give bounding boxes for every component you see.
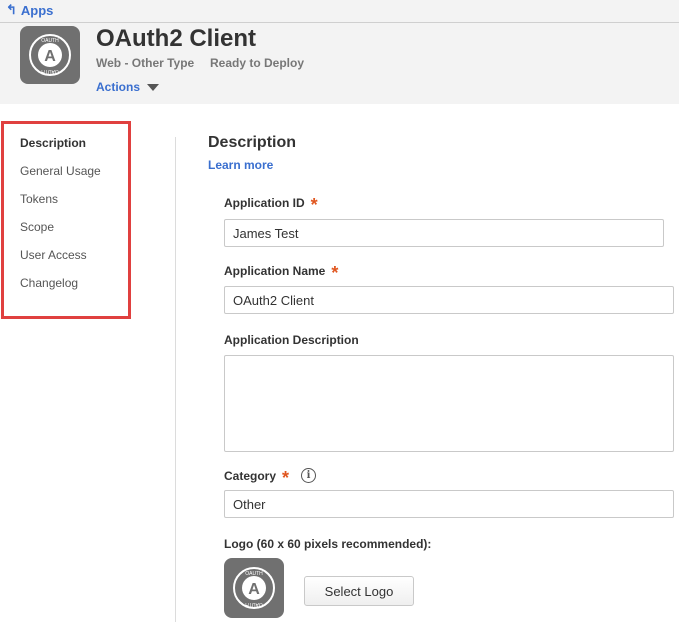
sidebar-item-changelog[interactable]: Changelog (20, 276, 78, 290)
chevron-down-icon (147, 83, 160, 91)
learn-more-link[interactable]: Learn more (208, 158, 273, 172)
app-title: OAuth2 Client (96, 25, 256, 52)
sidebar-item-user-access[interactable]: User Access (20, 248, 87, 262)
actions-dropdown[interactable]: Actions (96, 80, 160, 94)
select-logo-button[interactable]: Select Logo (304, 576, 414, 606)
header-divider (0, 22, 679, 23)
logo-label: Logo (60 x 60 pixels recommended): (224, 537, 431, 551)
sidebar-item-tokens[interactable]: Tokens (20, 192, 58, 206)
category-label: Category * i (224, 467, 317, 488)
app-name-input[interactable] (224, 286, 674, 314)
actions-label: Actions (96, 80, 141, 94)
back-arrow-icon: ↰ (6, 2, 17, 17)
required-marker: * (331, 263, 339, 283)
app-id-input[interactable] (224, 219, 664, 247)
sidebar-item-description[interactable]: Description (20, 136, 86, 150)
app-type: Web - Other Type (96, 56, 195, 70)
required-marker: * (282, 467, 290, 488)
logo-preview: A OAUTH OAUTH (224, 558, 284, 618)
oauth-logo-icon: A OAUTH OAUTH (29, 34, 71, 76)
app-description-label: Application Description (224, 333, 359, 347)
required-marker: * (310, 195, 318, 215)
oauth-logo-icon: A OAUTH OAUTH (233, 567, 275, 609)
svg-text:A: A (44, 48, 56, 65)
sidebar-item-general-usage[interactable]: General Usage (20, 164, 101, 178)
icon-ring-text-top: OAUTH (41, 38, 59, 44)
logo-ring-text-top: OAUTH (245, 571, 263, 577)
back-to-apps-link[interactable]: ↰ Apps (6, 2, 53, 18)
back-link-label: Apps (20, 2, 54, 18)
app-id-label-text: Application ID (224, 196, 305, 210)
oauth-app-icon: A OAUTH OAUTH (20, 26, 80, 84)
app-description-label-text: Application Description (224, 333, 359, 347)
app-status: Ready to Deploy (210, 56, 305, 70)
app-name-label-text: Application Name (224, 264, 326, 278)
category-input[interactable] (224, 490, 674, 518)
logo-label-text: Logo (60 x 60 pixels recommended): (224, 537, 432, 551)
info-icon[interactable]: i (301, 468, 317, 483)
app-description-textarea[interactable] (224, 355, 674, 452)
section-title: Description (208, 134, 297, 151)
icon-ring-text-bottom: OAUTH (41, 68, 59, 74)
app-id-label: Application ID * (224, 195, 318, 215)
sidebar-item-scope[interactable]: Scope (20, 220, 54, 234)
content-divider (175, 137, 176, 622)
svg-text:A: A (248, 581, 260, 598)
category-label-text: Category (224, 468, 277, 483)
logo-ring-text-bottom: OAUTH (245, 601, 263, 607)
app-name-label: Application Name * (224, 263, 339, 283)
